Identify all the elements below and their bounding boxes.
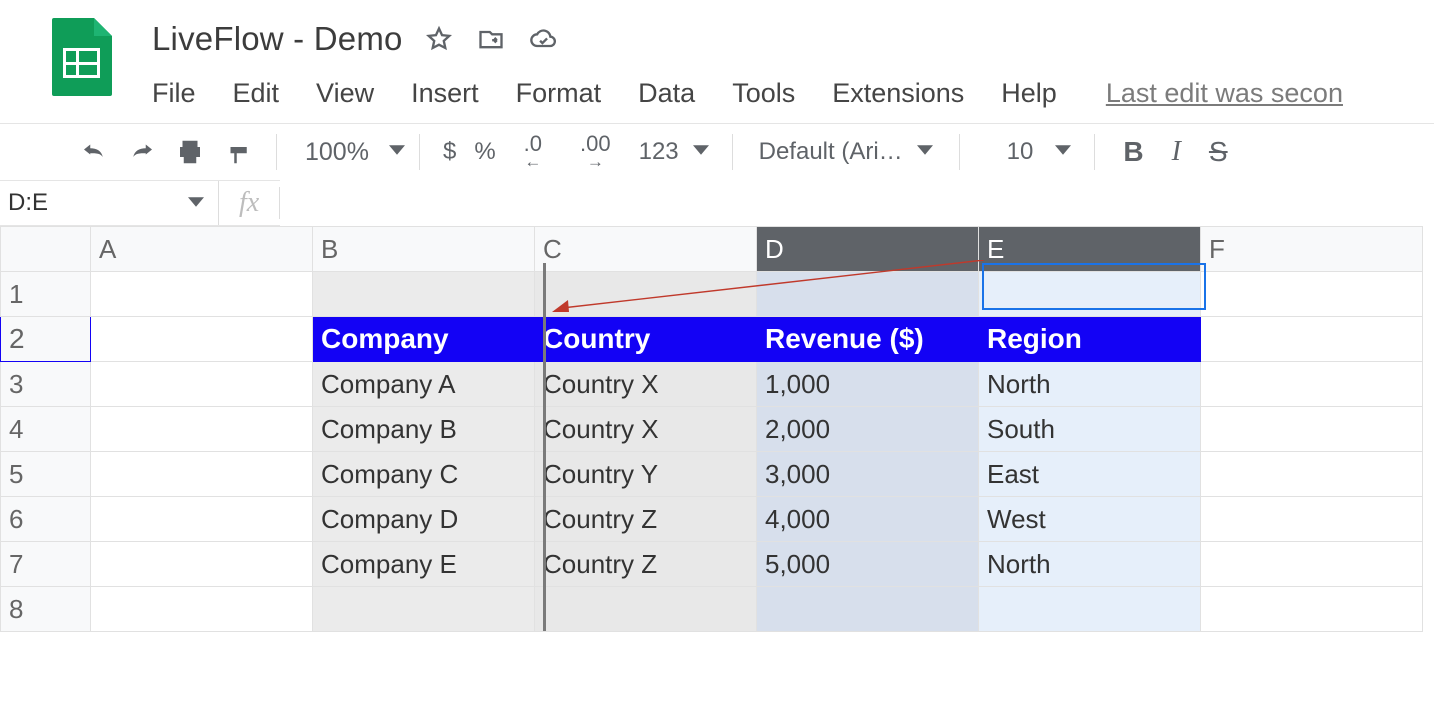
toolbar: 100% $ % .0← .00→ 123 Default (Ari… 10 B…: [0, 123, 1434, 181]
cell[interactable]: 4,000: [757, 497, 979, 542]
star-icon[interactable]: [425, 25, 453, 53]
caret-down-icon: [389, 142, 405, 163]
cell[interactable]: Company C: [313, 452, 535, 497]
cell[interactable]: Country Z: [535, 497, 757, 542]
name-box-value: D:E: [8, 189, 48, 217]
cell[interactable]: Country Z: [535, 542, 757, 587]
cell[interactable]: Country X: [535, 407, 757, 452]
document-title[interactable]: LiveFlow - Demo: [152, 20, 403, 58]
cell[interactable]: North: [979, 542, 1201, 587]
row-header-5[interactable]: 5: [1, 452, 91, 497]
column-header-F[interactable]: F: [1201, 227, 1423, 272]
formula-bar: D:E fx: [0, 181, 1434, 226]
format-percent-button[interactable]: %: [465, 130, 504, 174]
fx-label: fx: [219, 187, 280, 219]
column-header-D[interactable]: D: [757, 227, 979, 272]
cell[interactable]: Company B: [313, 407, 535, 452]
header-country[interactable]: Country: [535, 317, 757, 362]
menu-tools[interactable]: Tools: [732, 78, 795, 109]
menu-data[interactable]: Data: [638, 78, 695, 109]
caret-down-icon: [917, 142, 933, 163]
print-button[interactable]: [166, 130, 214, 174]
menu-format[interactable]: Format: [516, 78, 602, 109]
column-header-E[interactable]: E: [979, 227, 1201, 272]
column-header-B[interactable]: B: [313, 227, 535, 272]
caret-down-icon: [693, 142, 709, 163]
cell[interactable]: 2,000: [757, 407, 979, 452]
select-all-corner[interactable]: [1, 227, 91, 272]
undo-button[interactable]: [70, 130, 118, 174]
redo-button[interactable]: [118, 130, 166, 174]
header-region[interactable]: Region: [979, 317, 1201, 362]
cell[interactable]: North: [979, 362, 1201, 407]
formula-input[interactable]: [280, 180, 1434, 226]
cell[interactable]: Company D: [313, 497, 535, 542]
font-size-dropdown[interactable]: 10: [974, 130, 1081, 174]
menu-help[interactable]: Help: [1001, 78, 1057, 109]
spreadsheet-grid[interactable]: A B C D E F 1 2 Company Country Revenue …: [0, 226, 1434, 632]
strikethrough-button[interactable]: S: [1195, 130, 1242, 174]
caret-down-icon: [1055, 142, 1071, 163]
cell[interactable]: Company E: [313, 542, 535, 587]
row-header-1[interactable]: 1: [1, 272, 91, 317]
cell[interactable]: Country Y: [535, 452, 757, 497]
font-family-dropdown[interactable]: Default (Ari…: [747, 130, 945, 174]
last-edit-link[interactable]: Last edit was secon: [1106, 78, 1343, 109]
row-header-3[interactable]: 3: [1, 362, 91, 407]
column-resize-line[interactable]: [543, 263, 546, 631]
menu-edit[interactable]: Edit: [233, 78, 280, 109]
row-header-4[interactable]: 4: [1, 407, 91, 452]
format-currency-button[interactable]: $: [434, 130, 465, 174]
row-header-2[interactable]: 2: [1, 317, 91, 362]
cloud-saved-icon: [529, 25, 557, 53]
cell[interactable]: Company A: [313, 362, 535, 407]
row-header-8[interactable]: 8: [1, 587, 91, 632]
caret-down-icon: [188, 189, 204, 217]
cell[interactable]: West: [979, 497, 1201, 542]
cell[interactable]: 5,000: [757, 542, 979, 587]
menu-insert[interactable]: Insert: [411, 78, 479, 109]
name-box[interactable]: D:E: [0, 181, 219, 225]
cell[interactable]: 1,000: [757, 362, 979, 407]
italic-button[interactable]: I: [1158, 130, 1195, 174]
header-revenue[interactable]: Revenue ($): [757, 317, 979, 362]
cell[interactable]: Country X: [535, 362, 757, 407]
cell[interactable]: East: [979, 452, 1201, 497]
cell[interactable]: South: [979, 407, 1201, 452]
decrease-decimal-button[interactable]: .0←: [505, 130, 561, 174]
number-format-dropdown[interactable]: 123: [630, 130, 718, 174]
column-header-C[interactable]: C: [535, 227, 757, 272]
column-header-A[interactable]: A: [91, 227, 313, 272]
bold-button[interactable]: B: [1109, 130, 1157, 174]
menu-file[interactable]: File: [152, 78, 196, 109]
cell[interactable]: 3,000: [757, 452, 979, 497]
increase-decimal-button[interactable]: .00→: [561, 130, 630, 174]
paint-format-button[interactable]: [214, 130, 262, 174]
row-header-7[interactable]: 7: [1, 542, 91, 587]
menu-bar: File Edit View Insert Format Data Tools …: [152, 78, 1380, 109]
sheets-logo[interactable]: [52, 18, 112, 96]
header-company[interactable]: Company: [313, 317, 535, 362]
menu-view[interactable]: View: [316, 78, 374, 109]
zoom-dropdown[interactable]: 100%: [291, 138, 405, 167]
menu-extensions[interactable]: Extensions: [832, 78, 964, 109]
row-header-6[interactable]: 6: [1, 497, 91, 542]
move-icon[interactable]: [477, 25, 505, 53]
